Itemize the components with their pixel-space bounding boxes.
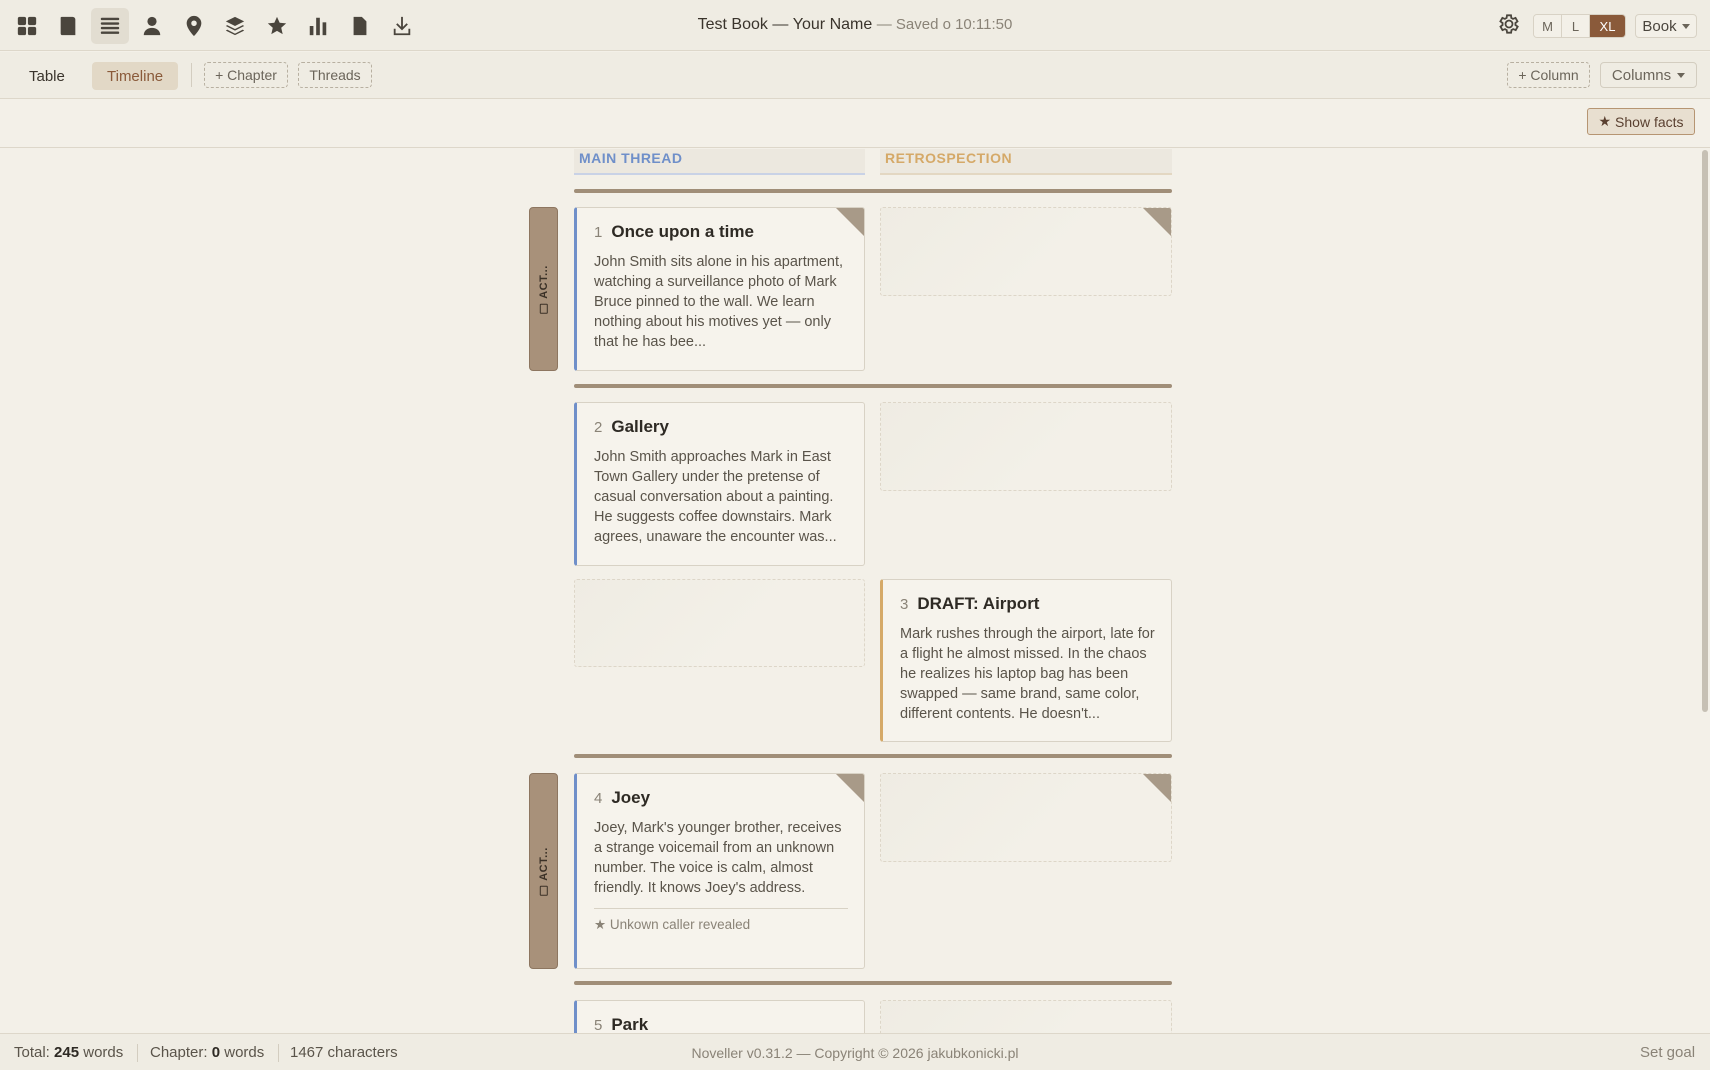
chapter-number: 5 bbox=[594, 1017, 603, 1033]
columns-dropdown[interactable]: Columns bbox=[1600, 62, 1697, 88]
chapter-card[interactable]: 2 Gallery John Smith approaches Mark in E… bbox=[574, 402, 865, 566]
column-header-main-thread[interactable]: MAIN THREAD bbox=[574, 149, 865, 175]
star-icon: ★ bbox=[1598, 113, 1612, 129]
chapter-title: DRAFT: Airport bbox=[917, 594, 1040, 613]
chevron-down-icon bbox=[1681, 23, 1690, 29]
size-xl-button[interactable]: XL bbox=[1590, 15, 1625, 37]
chapter-number: 2 bbox=[594, 419, 603, 436]
threads-button[interactable]: Threads bbox=[298, 62, 372, 88]
chapter-card[interactable]: 4 Joey Joey, Mark's younger brother, rece… bbox=[574, 773, 865, 969]
view-mode-label: Book bbox=[1642, 17, 1677, 35]
column-header-retrospection[interactable]: RETROSPECTION bbox=[880, 149, 1172, 175]
add-column-button[interactable]: + Column bbox=[1507, 62, 1590, 88]
view-mode-dropdown[interactable]: Book bbox=[1635, 14, 1697, 38]
chapter-title: Gallery bbox=[611, 417, 669, 436]
author-name: Your Name bbox=[792, 16, 873, 33]
act-corner-marker bbox=[1143, 774, 1171, 802]
chapter-divider bbox=[574, 981, 1172, 985]
gear-icon[interactable] bbox=[1496, 12, 1522, 38]
chapter-summary: Joey, Mark's younger brother, receives a… bbox=[594, 820, 842, 896]
copyright: Noveller v0.31.2 — Copyright © 2026 jaku… bbox=[691, 1045, 1019, 1061]
chapter-card[interactable]: 1 Once upon a time John Smith sits alone … bbox=[574, 207, 865, 371]
chapter-title: Once upon a time bbox=[611, 222, 754, 241]
act-label: ACT... bbox=[537, 847, 550, 881]
act-marker[interactable]: ACT... bbox=[529, 773, 558, 969]
act-corner-marker bbox=[836, 774, 864, 802]
chapter-summary: John Smith sits alone in his apartment, … bbox=[594, 254, 844, 350]
empty-cell[interactable] bbox=[574, 579, 865, 667]
chapter-title: Park bbox=[611, 1015, 649, 1033]
empty-cell[interactable] bbox=[880, 773, 1172, 862]
toolbar-divider bbox=[191, 63, 192, 87]
set-goal-link[interactable]: Set goal bbox=[1640, 1044, 1695, 1061]
act-divider bbox=[574, 754, 1172, 758]
chevron-down-icon bbox=[1677, 72, 1686, 78]
empty-cell[interactable] bbox=[880, 207, 1172, 296]
facts-bar: ★ Show facts bbox=[0, 99, 1710, 148]
add-chapter-button[interactable]: + Chapter bbox=[204, 62, 288, 88]
save-status: Saved o 10:11:50 bbox=[895, 16, 1013, 33]
tab-timeline[interactable]: Timeline bbox=[92, 62, 179, 90]
chapter-summary: John Smith approaches Mark in East Town … bbox=[594, 449, 837, 545]
timeline-board: MAIN THREAD RETROSPECTION ACT... 1 Once u… bbox=[0, 149, 1700, 1033]
size-selector: M L XL bbox=[1533, 14, 1626, 38]
chapter-number: 1 bbox=[594, 224, 603, 241]
tab-table[interactable]: Table bbox=[14, 62, 80, 90]
document-icon bbox=[539, 885, 548, 896]
chapter-number: 3 bbox=[900, 596, 909, 613]
chapter-card[interactable]: 5 Park bbox=[574, 1000, 865, 1033]
act-corner-marker bbox=[1143, 208, 1171, 236]
show-facts-button[interactable]: ★ Show facts bbox=[1587, 108, 1695, 135]
columns-label: Columns bbox=[1611, 66, 1672, 84]
chapter-card[interactable]: 3 DRAFT: Airport Mark rushes through the … bbox=[880, 579, 1172, 742]
document-icon bbox=[539, 303, 548, 314]
show-facts-label: Show facts bbox=[1615, 113, 1684, 130]
top-bar: Test Book — Your Name — Saved o 10:11:50… bbox=[0, 0, 1710, 51]
empty-cell[interactable] bbox=[880, 1000, 1172, 1033]
chapter-summary: Mark rushes through the airport, late fo… bbox=[900, 626, 1155, 722]
size-m-button[interactable]: M bbox=[1534, 15, 1562, 37]
chapter-divider bbox=[574, 384, 1172, 388]
act-marker[interactable]: ACT... bbox=[529, 207, 558, 371]
status-bar: Total: 245 words Chapter: 0 words 1467 c… bbox=[0, 1033, 1710, 1070]
size-l-button[interactable]: L bbox=[1562, 15, 1590, 37]
act-label: ACT... bbox=[537, 265, 550, 299]
document-title: Test Book — Your Name — Saved o 10:11:50 bbox=[697, 16, 1013, 33]
chapter-title: Joey bbox=[611, 788, 651, 807]
act-corner-marker bbox=[836, 208, 864, 236]
view-toolbar: Table Timeline + Chapter Threads + Colum… bbox=[0, 52, 1710, 99]
book-title: Test Book bbox=[697, 16, 768, 33]
chapter-number: 4 bbox=[594, 790, 603, 807]
chapter-fact: ★ Unkown caller revealed bbox=[594, 908, 848, 933]
empty-cell[interactable] bbox=[880, 402, 1172, 491]
scrollbar-thumb[interactable] bbox=[1702, 150, 1708, 712]
act-divider bbox=[574, 189, 1172, 193]
